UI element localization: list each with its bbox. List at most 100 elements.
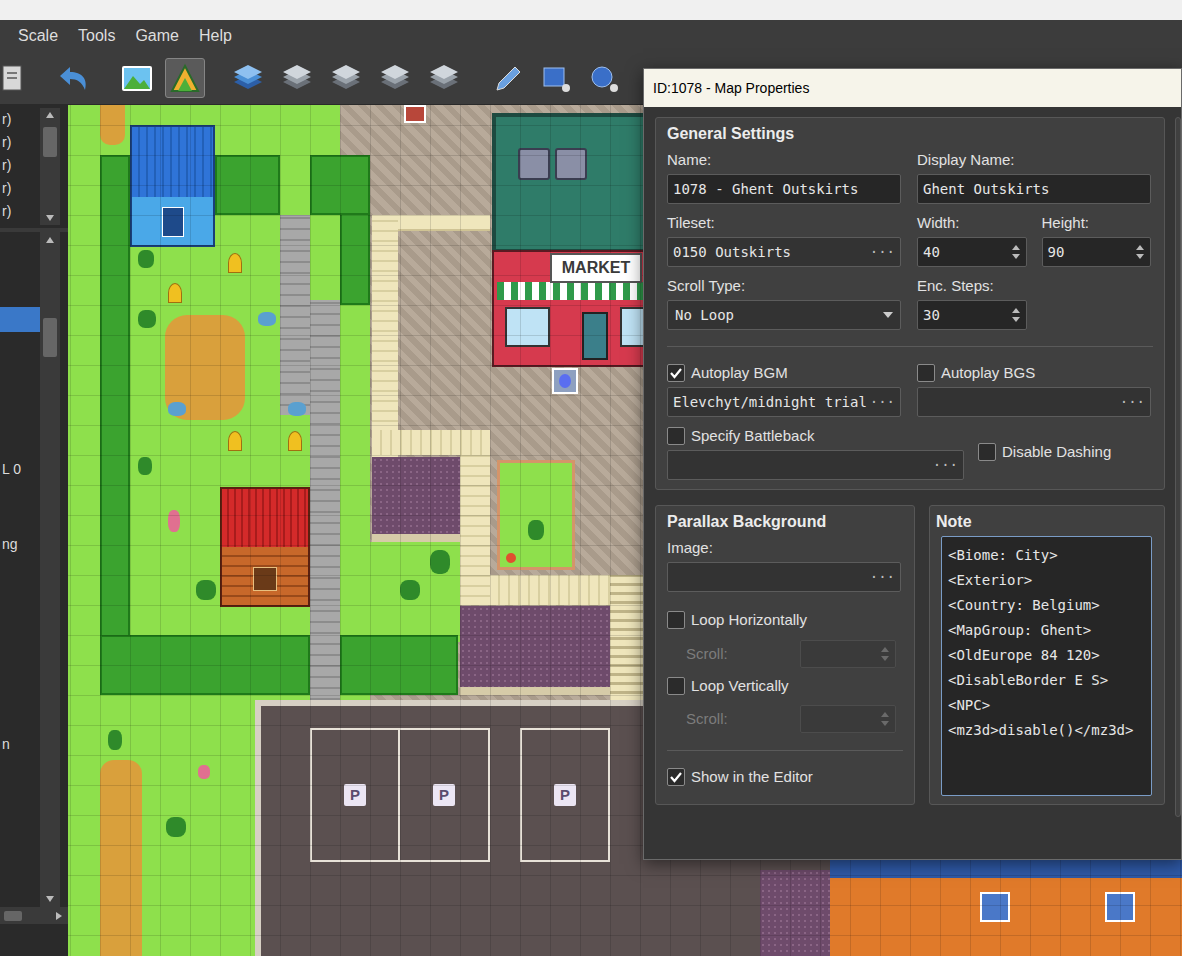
- tree-item[interactable]: [0, 382, 40, 407]
- rectangle-button[interactable]: [536, 58, 576, 98]
- list-item[interactable]: r): [0, 131, 40, 154]
- menu-item[interactable]: Game: [125, 21, 189, 51]
- checkbox[interactable]: [917, 364, 935, 382]
- menu-item[interactable]: Scale: [8, 21, 68, 51]
- undo-button[interactable]: [53, 58, 93, 98]
- dropdown-arrow-icon[interactable]: [883, 311, 893, 319]
- tree-item[interactable]: [0, 707, 40, 732]
- red-roof-house: [220, 487, 310, 607]
- height-spinbox[interactable]: 90: [1042, 237, 1152, 267]
- new-button[interactable]: [0, 58, 26, 98]
- tree-item[interactable]: [0, 632, 40, 657]
- menu-item[interactable]: Help: [189, 21, 242, 51]
- document-icon: [1, 63, 25, 93]
- scroll-up-icon[interactable]: [44, 232, 56, 248]
- browse-button[interactable]: ···: [870, 242, 895, 263]
- pencil-icon: [491, 63, 525, 93]
- spin-arrows-icon[interactable]: [1135, 242, 1145, 262]
- tree-item[interactable]: ng: [0, 532, 40, 557]
- pencil-button[interactable]: [488, 58, 528, 98]
- event-map-icon: [168, 62, 202, 94]
- browse-button[interactable]: ···: [870, 567, 895, 588]
- hedge: [100, 155, 130, 695]
- tree-item[interactable]: L 0: [0, 457, 40, 482]
- hedge: [310, 155, 370, 215]
- list-item[interactable]: r): [0, 154, 40, 177]
- scroll-up-icon[interactable]: [44, 108, 56, 122]
- tree-item[interactable]: [0, 782, 40, 807]
- event-marker[interactable]: [552, 368, 578, 394]
- scrollbar[interactable]: [40, 108, 60, 225]
- list-item[interactable]: r): [0, 200, 40, 223]
- tileset-field[interactable]: 0150 Outskirts ···: [667, 237, 901, 267]
- battleback-field[interactable]: ···: [667, 450, 964, 480]
- tree-item[interactable]: [0, 657, 40, 682]
- tree-item[interactable]: [0, 432, 40, 457]
- map-mode-button[interactable]: [117, 58, 157, 98]
- tree-item[interactable]: [0, 757, 40, 782]
- layer-button[interactable]: [375, 58, 415, 98]
- browse-button[interactable]: ···: [870, 392, 895, 413]
- ellipse-button[interactable]: [584, 58, 624, 98]
- note-textarea[interactable]: <Biome: City><Exterior><Country: Belgium…: [941, 536, 1152, 796]
- menu-item[interactable]: Tools: [68, 21, 125, 51]
- tree-item[interactable]: [0, 332, 40, 357]
- bgm-field[interactable]: Elevchyt/midnight trial ···: [667, 387, 901, 417]
- checkbox[interactable]: [667, 768, 685, 786]
- parallax-image-field[interactable]: ···: [667, 562, 901, 592]
- layer-button[interactable]: [277, 58, 317, 98]
- tree-item[interactable]: [0, 482, 40, 507]
- note-line: <Exterior>: [948, 568, 1145, 593]
- tree-item[interactable]: [0, 832, 40, 857]
- list-item[interactable]: r): [0, 177, 40, 200]
- display-name-field[interactable]: Ghent Outskirts: [917, 174, 1151, 204]
- note-group: Note <Biome: City><Exterior><Country: Be…: [929, 505, 1165, 805]
- layer-button[interactable]: [228, 58, 268, 98]
- horizontal-scrollbar[interactable]: [0, 907, 68, 924]
- scroll-spinbox: [800, 705, 896, 733]
- bgs-field[interactable]: ···: [917, 387, 1151, 417]
- parking-sign: P: [554, 784, 576, 806]
- tree-item[interactable]: [0, 882, 40, 907]
- scroll-down-icon[interactable]: [44, 211, 56, 225]
- scroll-type-select[interactable]: No Loop: [667, 300, 901, 330]
- layer-button[interactable]: [424, 58, 464, 98]
- tree-item[interactable]: n: [0, 732, 40, 757]
- parallax-group: Parallax Background Image: ··· Loop Hori…: [655, 505, 915, 805]
- browse-button[interactable]: ···: [1120, 392, 1145, 413]
- scroll-down-icon[interactable]: [44, 891, 56, 907]
- tree-item[interactable]: [0, 407, 40, 432]
- encounter-steps-spinbox[interactable]: 30: [917, 300, 1027, 330]
- tree-item[interactable]: [0, 507, 40, 532]
- layer-button[interactable]: [326, 58, 366, 98]
- hedge: [215, 155, 280, 215]
- width-spinbox[interactable]: 40: [917, 237, 1027, 267]
- tree-item[interactable]: [0, 682, 40, 707]
- title-bar[interactable]: ID:1078 - Map Properties: [644, 69, 1181, 107]
- tree-item[interactable]: [0, 357, 40, 382]
- spin-arrows-icon[interactable]: [1011, 242, 1021, 262]
- character-event[interactable]: [404, 105, 426, 123]
- event-mode-button[interactable]: [165, 58, 205, 98]
- tree-item[interactable]: [0, 582, 40, 607]
- scrollbar[interactable]: [40, 232, 60, 907]
- tree-item[interactable]: [0, 307, 40, 332]
- browse-button[interactable]: ···: [933, 455, 958, 476]
- tree-item[interactable]: [0, 232, 40, 257]
- tree-item[interactable]: [0, 557, 40, 582]
- name-field[interactable]: 1078 - Ghent Outskirts: [667, 174, 901, 204]
- checkbox[interactable]: [667, 364, 685, 382]
- checkbox[interactable]: [667, 427, 685, 445]
- checkbox[interactable]: [667, 677, 685, 695]
- tree-item[interactable]: [0, 607, 40, 632]
- tree-item[interactable]: [0, 257, 40, 282]
- left-panel: r)r)r)r)r) L 0ngn: [0, 105, 68, 956]
- tree-item[interactable]: [0, 857, 40, 882]
- spin-arrows-icon[interactable]: [1011, 305, 1021, 325]
- tree-item[interactable]: [0, 807, 40, 832]
- list-item[interactable]: r): [0, 108, 40, 131]
- checkbox[interactable]: [978, 443, 996, 461]
- tree-item[interactable]: [0, 282, 40, 307]
- checkbox[interactable]: [667, 611, 685, 629]
- scroll-right-icon[interactable]: [54, 910, 64, 922]
